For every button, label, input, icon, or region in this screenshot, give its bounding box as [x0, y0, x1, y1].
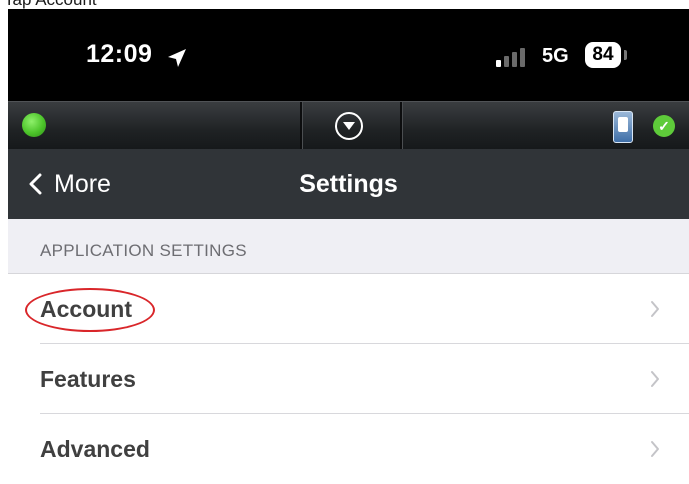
highlight-annotation [25, 288, 155, 332]
chevron-right-icon [651, 371, 659, 387]
status-time: 12:09 [86, 40, 153, 68]
connection-status-icon[interactable] [22, 113, 46, 137]
signal-icon [496, 47, 528, 67]
toolbar-divider [400, 102, 403, 150]
row-label: Features [40, 366, 136, 392]
navigation-bar: Settings More [8, 149, 689, 219]
device-icon[interactable] [613, 111, 633, 143]
app-toolbar: ✓ [8, 101, 689, 150]
back-chevron-icon [29, 173, 42, 195]
network-type: 5G [542, 45, 569, 67]
settings-list: Account Features Advanced [8, 274, 689, 484]
phone-screen: 12:09 5G 84 ✓ Settings More APPLICATION … [8, 9, 689, 484]
instruction-caption: Tap Account [0, 0, 97, 9]
battery-icon: 84 [585, 42, 621, 68]
back-button-label: More [54, 169, 111, 198]
settings-row-features[interactable]: Features [8, 344, 689, 414]
dropdown-icon[interactable] [335, 112, 363, 140]
checkmark-icon: ✓ [653, 115, 675, 137]
settings-row-account[interactable]: Account [8, 274, 689, 344]
row-label: Advanced [40, 436, 150, 462]
status-bar: 12:09 5G 84 [8, 9, 689, 101]
battery-cap [624, 50, 627, 60]
toolbar-divider [300, 102, 303, 150]
settings-row-advanced[interactable]: Advanced [8, 414, 689, 484]
location-arrow-icon [168, 49, 186, 67]
chevron-right-icon [651, 441, 659, 457]
back-button[interactable]: More [28, 149, 111, 219]
section-header: APPLICATION SETTINGS [8, 219, 689, 274]
chevron-right-icon [651, 301, 659, 317]
